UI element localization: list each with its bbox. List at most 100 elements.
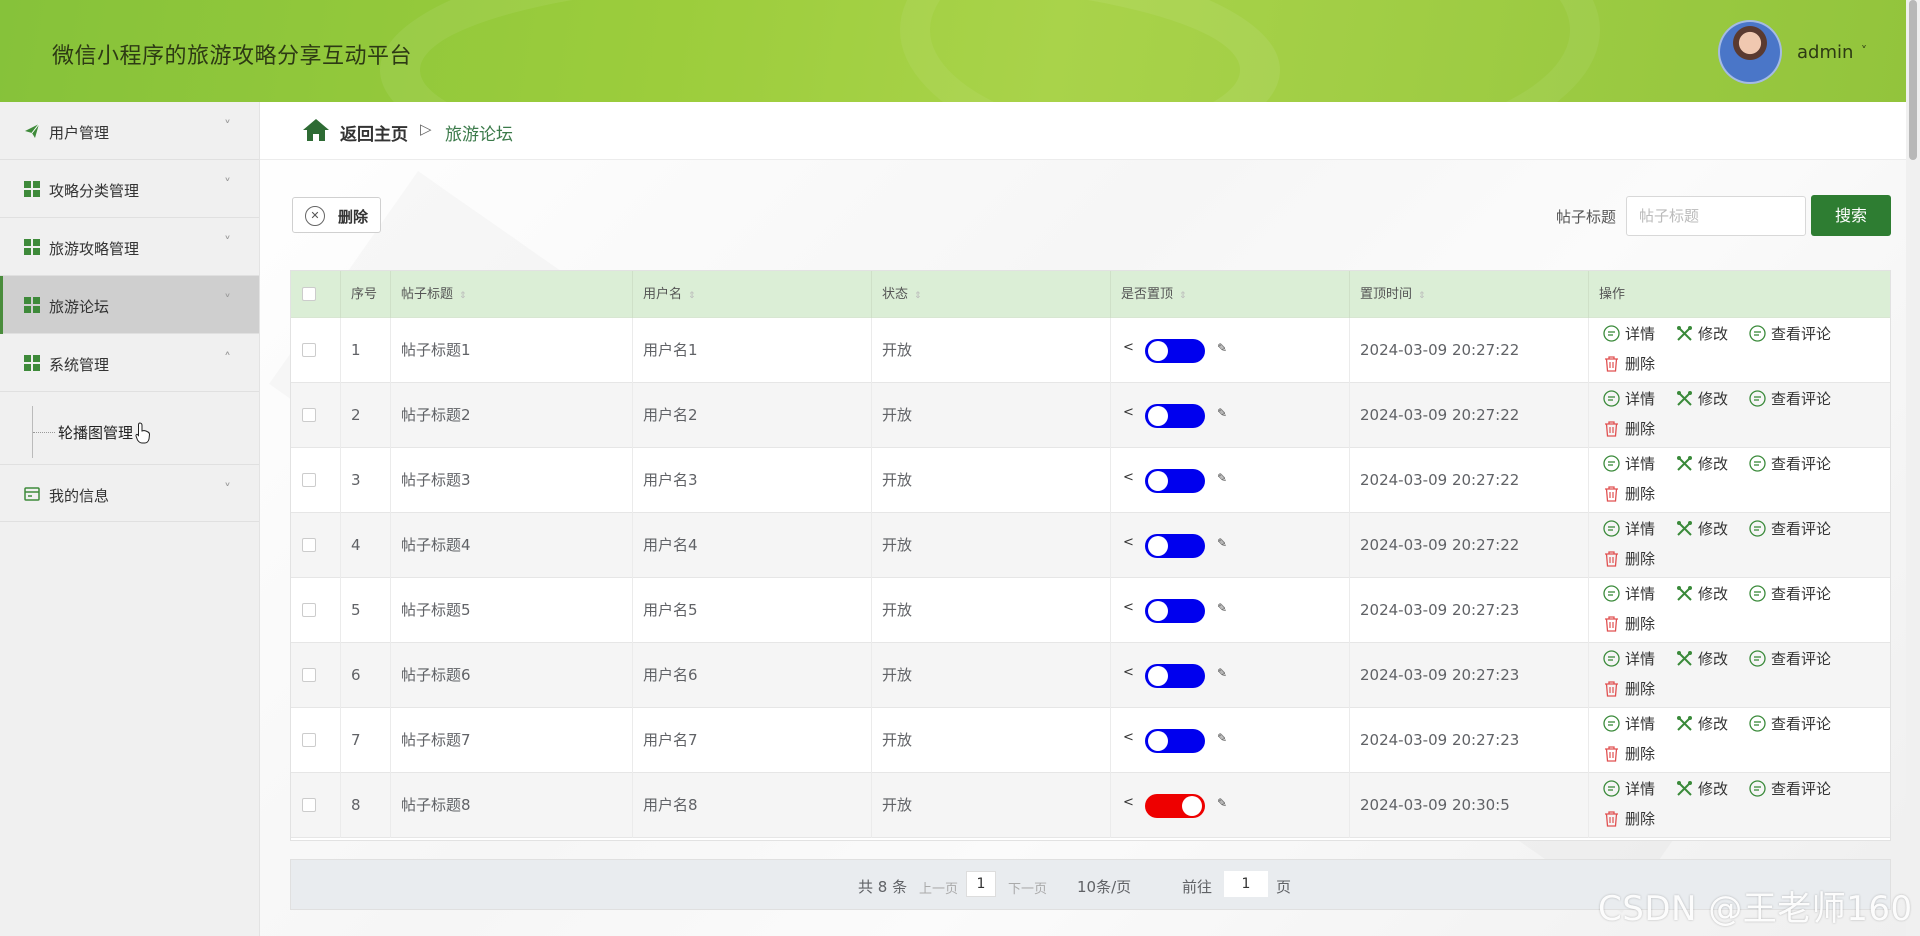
cell-no: 8 — [341, 773, 391, 838]
vertical-scrollbar[interactable] — [1906, 0, 1920, 936]
scrollbar-thumb[interactable] — [1909, 0, 1917, 160]
detail-button[interactable]: 详情 — [1603, 648, 1655, 669]
view-comments-button[interactable]: 查看评论 — [1749, 323, 1831, 344]
next-page-button[interactable]: 下一页 — [1008, 878, 1047, 897]
column-header-pinned[interactable]: 是否置顶 ⇕ — [1111, 271, 1350, 318]
pin-toggle[interactable] — [1145, 794, 1205, 818]
cell-pin-time: 2024-03-09 20:27:22 — [1350, 448, 1589, 513]
delete-row-button[interactable]: 删除 — [1603, 418, 1655, 439]
row-checkbox[interactable] — [302, 798, 316, 812]
delete-row-button[interactable]: 删除 — [1603, 808, 1655, 829]
delete-row-button[interactable]: 删除 — [1603, 678, 1655, 699]
cell-actions: 详情 修改 查看评论删除 — [1589, 383, 1890, 448]
grid-icon — [24, 239, 40, 255]
detail-button[interactable]: 详情 — [1603, 713, 1655, 734]
header-decoration — [900, 0, 1600, 102]
row-checkbox-cell — [291, 318, 341, 383]
view-comments-button[interactable]: 查看评论 — [1749, 648, 1831, 669]
view-comments-button[interactable]: 查看评论 — [1749, 453, 1831, 474]
cell-user: 用户名6 — [633, 643, 872, 708]
pin-toggle[interactable] — [1145, 469, 1205, 493]
row-checkbox[interactable] — [302, 473, 316, 487]
home-icon[interactable] — [302, 118, 330, 142]
row-checkbox[interactable] — [302, 603, 316, 617]
cell-pinned: < ✎ — [1111, 708, 1350, 773]
sidebar-item-guide-management[interactable]: 旅游攻略管理 ˅ — [0, 218, 259, 276]
sidebar-item-label: 攻略分类管理 — [49, 182, 140, 200]
current-page[interactable]: 1 — [966, 871, 996, 897]
view-comments-button[interactable]: 查看评论 — [1749, 388, 1831, 409]
column-header-pin-time[interactable]: 置顶时间 ⇕ — [1350, 271, 1589, 318]
edit-button[interactable]: 修改 — [1676, 778, 1728, 799]
edit-button[interactable]: 修改 — [1676, 583, 1728, 604]
row-checkbox[interactable] — [302, 408, 316, 422]
pen-icon: ✎ — [1217, 666, 1228, 680]
delete-row-button[interactable]: 删除 — [1603, 353, 1655, 374]
prev-page-button[interactable]: 上一页 — [919, 878, 958, 897]
cell-actions: 详情 修改 查看评论删除 — [1589, 513, 1890, 578]
delete-row-button[interactable]: 删除 — [1603, 548, 1655, 569]
chevron-down-icon: ˅ — [224, 482, 231, 498]
pin-toggle[interactable] — [1145, 404, 1205, 428]
data-table: 序号 帖子标题 ⇕ 用户名 ⇕ 状态 ⇕ 是否置顶 ⇕ 置顶时间 ⇕ 操作 1 帖子标题1 用… — [290, 270, 1891, 841]
row-checkbox[interactable] — [302, 343, 316, 357]
cell-title: 帖子标题8 — [391, 773, 633, 838]
page-size-select[interactable]: 10条/页 — [1077, 876, 1131, 897]
chevron-up-icon: ˄ — [224, 351, 231, 367]
chevron-down-icon[interactable]: ˅ — [1861, 44, 1867, 58]
sidebar-item-user-management[interactable]: 用户管理 ˅ — [0, 102, 259, 160]
sidebar-subitem-carousel[interactable]: 轮播图管理 — [0, 402, 259, 464]
sort-icon: ⇕ — [1418, 291, 1426, 301]
tree-line — [33, 432, 55, 433]
edit-button[interactable]: 修改 — [1676, 713, 1728, 734]
sidebar-subitem-label: 轮播图管理 — [58, 424, 134, 442]
detail-button[interactable]: 详情 — [1603, 388, 1655, 409]
cell-user: 用户名8 — [633, 773, 872, 838]
detail-button[interactable]: 详情 — [1603, 583, 1655, 604]
cell-actions: 详情 修改 查看评论删除 — [1589, 318, 1890, 383]
search-input[interactable] — [1626, 196, 1806, 236]
delete-row-button[interactable]: 删除 — [1603, 613, 1655, 634]
view-comments-button[interactable]: 查看评论 — [1749, 583, 1831, 604]
sidebar-item-category-management[interactable]: 攻略分类管理 ˅ — [0, 160, 259, 218]
batch-delete-button[interactable]: ✕ 删除 — [292, 197, 381, 233]
column-header-user[interactable]: 用户名 ⇕ — [633, 271, 872, 318]
pin-toggle[interactable] — [1145, 729, 1205, 753]
detail-button[interactable]: 详情 — [1603, 518, 1655, 539]
delete-row-button[interactable]: 删除 — [1603, 743, 1655, 764]
username-label[interactable]: admin — [1797, 42, 1853, 63]
pin-toggle[interactable] — [1145, 664, 1205, 688]
detail-button[interactable]: 详情 — [1603, 778, 1655, 799]
cell-status: 开放 — [872, 513, 1111, 578]
sidebar-item-my-info[interactable]: 我的信息 ˅ — [0, 464, 259, 522]
goto-page-input[interactable]: 1 — [1224, 871, 1268, 897]
detail-button[interactable]: 详情 — [1603, 323, 1655, 344]
delete-row-button[interactable]: 删除 — [1603, 483, 1655, 504]
sort-icon: ⇕ — [459, 291, 467, 301]
edit-button[interactable]: 修改 — [1676, 518, 1728, 539]
detail-button[interactable]: 详情 — [1603, 453, 1655, 474]
sidebar-item-system-management[interactable]: 系统管理 ˄ — [0, 334, 259, 392]
edit-button[interactable]: 修改 — [1676, 323, 1728, 344]
select-all-checkbox[interactable] — [302, 287, 316, 301]
edit-button[interactable]: 修改 — [1676, 388, 1728, 409]
edit-button[interactable]: 修改 — [1676, 453, 1728, 474]
avatar[interactable] — [1718, 20, 1782, 84]
cell-no: 5 — [341, 578, 391, 643]
paper-plane-icon — [25, 123, 40, 138]
edit-button[interactable]: 修改 — [1676, 648, 1728, 669]
view-comments-button[interactable]: 查看评论 — [1749, 518, 1831, 539]
breadcrumb-home-link[interactable]: 返回主页 — [340, 120, 408, 145]
view-comments-button[interactable]: 查看评论 — [1749, 778, 1831, 799]
column-header-title[interactable]: 帖子标题 ⇕ — [391, 271, 633, 318]
column-header-status[interactable]: 状态 ⇕ — [872, 271, 1111, 318]
row-checkbox[interactable] — [302, 538, 316, 552]
row-checkbox[interactable] — [302, 733, 316, 747]
row-checkbox[interactable] — [302, 668, 316, 682]
sidebar-item-forum[interactable]: 旅游论坛 ˅ — [0, 276, 259, 334]
pin-toggle[interactable] — [1145, 339, 1205, 363]
pin-toggle[interactable] — [1145, 534, 1205, 558]
pin-toggle[interactable] — [1145, 599, 1205, 623]
view-comments-button[interactable]: 查看评论 — [1749, 713, 1831, 734]
search-button[interactable]: 搜索 — [1811, 195, 1891, 236]
